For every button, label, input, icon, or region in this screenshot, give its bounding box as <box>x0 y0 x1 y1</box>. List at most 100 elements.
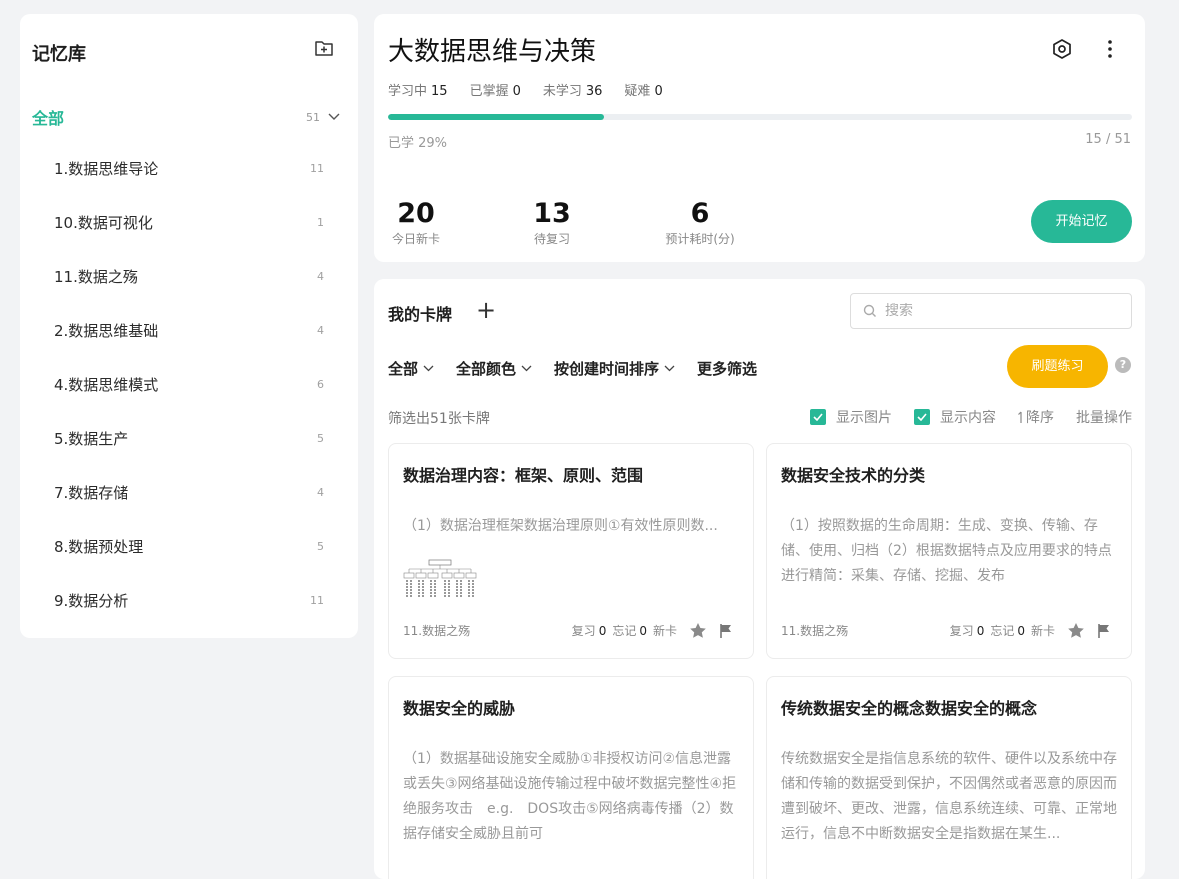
sidebar-item[interactable]: 9.数据分析 11 <box>54 586 324 614</box>
review-count: 复习 0 <box>950 622 985 639</box>
sidebar-item-count: 11 <box>310 161 324 175</box>
card-content: （1）数据基础设施安全威胁①非授权访问②信息泄露或丢失③网络基础设施传输过程中破… <box>403 751 737 842</box>
deck-overview-panel: 大数据思维与决策 学习中 15 已掌握 0 未学习 36 疑难 0 已学 29% 15 … <box>374 14 1145 262</box>
progress-bar <box>388 114 1132 120</box>
card-footer: 11.数据之殇 复习 0 忘记 0 新卡 <box>781 622 1111 639</box>
more-filters-button[interactable]: 更多筛选 <box>697 358 757 379</box>
sidebar-item[interactable]: 1.数据思维导论 11 <box>54 154 324 182</box>
new-card-label: 新卡 <box>1030 624 1055 638</box>
deck-title: 大数据思维与决策 <box>388 37 597 67</box>
sidebar-item-label: 5.数据生产 <box>54 429 129 448</box>
show-content-label: 显示内容 <box>940 410 996 426</box>
filter-label: 按创建时间排序 <box>554 360 660 378</box>
card-item[interactable]: 数据安全的威胁 （1）数据基础设施安全威胁①非授权访问②信息泄露或丢失③网络基础… <box>388 676 754 879</box>
sidebar-item-count: 4 <box>317 269 324 283</box>
sidebar-item-label: 9.数据分析 <box>54 591 129 610</box>
card-item[interactable]: 数据安全技术的分类 （1）按照数据的生命周期：生成、变换、传输、存储、使用、归档… <box>766 443 1132 659</box>
flag-icon[interactable] <box>719 623 733 639</box>
star-icon[interactable] <box>1067 622 1085 639</box>
sidebar-item-count: 6 <box>317 377 324 391</box>
card-thumbnail-image <box>403 558 477 604</box>
stat-label: 未学习 <box>542 84 582 99</box>
review-label: 复习 <box>949 624 974 638</box>
filter-scope[interactable]: 全部 <box>388 358 434 379</box>
sidebar-all-label: 全部 <box>32 109 65 128</box>
settings-icon[interactable] <box>1051 38 1073 60</box>
show-image-checkbox[interactable]: 显示图片 <box>810 407 892 427</box>
sidebar-item-count: 11 <box>310 593 324 607</box>
sidebar-item[interactable]: 7.数据存储 4 <box>54 478 324 506</box>
chevron-down-icon[interactable] <box>328 113 340 121</box>
forget-label: 忘记 <box>990 624 1015 638</box>
card-content: （1）数据治理框架数据治理原则①有效性原则数... <box>403 518 718 534</box>
help-icon[interactable]: ? <box>1115 357 1131 373</box>
est-time-value: 6 <box>690 198 710 229</box>
show-content-checkbox[interactable]: 显示内容 <box>914 407 996 427</box>
add-card-icon[interactable]: + <box>476 298 496 322</box>
sidebar-item-all[interactable]: 全部 51 <box>32 104 340 130</box>
sidebar-item-label: 4.数据思维模式 <box>54 375 159 394</box>
today-new-label: 今日新卡 <box>391 232 440 246</box>
checkbox-checked-icon <box>810 409 826 425</box>
sidebar-item-count: 5 <box>317 539 324 553</box>
stat-value: 0 <box>512 84 521 99</box>
to-review-stat: 13 待复习 <box>530 198 574 247</box>
forget-count: 忘记 0 <box>990 622 1025 639</box>
today-new-value: 20 <box>397 198 435 229</box>
sidebar-item-label: 8.数据预处理 <box>54 537 144 556</box>
stat-value: 36 <box>585 84 603 99</box>
flag-icon[interactable] <box>1097 623 1111 639</box>
star-icon[interactable] <box>689 622 707 639</box>
search-input[interactable] <box>885 303 1105 319</box>
sort-desc-toggle[interactable]: 降序 <box>1018 407 1054 427</box>
stat-label: 已掌握 <box>469 84 509 99</box>
sidebar-item[interactable]: 5.数据生产 5 <box>54 424 324 452</box>
card-item[interactable]: 数据治理内容：框架、原则、范围 （1）数据治理框架数据治理原则①有效性原则数..… <box>388 443 754 659</box>
stat-label: 学习中 <box>388 84 428 99</box>
sidebar-item[interactable]: 10.数据可视化 1 <box>54 208 324 236</box>
deck-stats: 学习中 15 已掌握 0 未学习 36 疑难 0 <box>388 80 685 99</box>
sidebar-item[interactable]: 11.数据之殇 4 <box>54 262 324 290</box>
search-icon <box>863 304 876 317</box>
cards-panel: 我的卡牌 + 全部 全部颜色 按创建时间排序 更多筛选 刷题练习 ? 筛选出51… <box>374 279 1145 879</box>
sidebar-item-label: 10.数据可视化 <box>54 213 153 232</box>
start-memorize-button[interactable]: 开始记忆 <box>1031 200 1132 243</box>
add-folder-icon[interactable] <box>314 38 334 58</box>
sidebar-item[interactable]: 2.数据思维基础 4 <box>54 316 324 344</box>
to-review-label: 待复习 <box>533 232 570 246</box>
sidebar-item-label: 11.数据之殇 <box>54 267 138 286</box>
progress-count: 15 / 51 <box>1085 132 1131 147</box>
show-image-label: 显示图片 <box>836 410 892 426</box>
est-time-stat: 6 预计耗时(分) <box>658 198 742 247</box>
card-footer: 11.数据之殇 复习 0 忘记 0 新卡 <box>403 622 733 639</box>
filter-sort[interactable]: 按创建时间排序 <box>554 358 675 379</box>
card-item[interactable]: 传统数据安全的概念数据安全的概念 传统数据安全是指信息系统的软件、硬件以及系统中… <box>766 676 1132 879</box>
sidebar-title: 记忆库 <box>32 44 86 65</box>
stat-learning: 学习中 15 <box>388 80 448 99</box>
card-content: 传统数据安全是指信息系统的软件、硬件以及系统中存储和传输的数据受到保护，不因偶然… <box>781 751 1117 842</box>
sidebar-item-label: 1.数据思维导论 <box>54 159 159 178</box>
sidebar-item-label: 2.数据思维基础 <box>54 321 159 340</box>
review-count: 复习 0 <box>572 622 607 639</box>
review-value: 0 <box>598 624 607 638</box>
sidebar-item[interactable]: 4.数据思维模式 6 <box>54 370 324 398</box>
progress-percent: 已学 29% <box>388 136 448 151</box>
more-vertical-icon[interactable] <box>1099 38 1121 60</box>
stat-value: 0 <box>654 84 663 99</box>
sidebar-item[interactable]: 8.数据预处理 5 <box>54 532 324 560</box>
stat-label: 疑难 <box>624 84 651 99</box>
search-box[interactable] <box>850 293 1132 329</box>
batch-operation-button[interactable]: 批量操作 <box>1076 407 1132 427</box>
practice-button[interactable]: 刷题练习 <box>1007 345 1108 388</box>
display-options: 显示图片 显示内容 降序 批量操作 <box>788 407 1132 427</box>
card-tag: 11.数据之殇 <box>781 624 849 638</box>
to-review-value: 13 <box>533 198 571 229</box>
new-card-label: 新卡 <box>652 624 677 638</box>
deck-sidebar: 记忆库 全部 51 1.数据思维导论 11 10.数据可视化 1 11.数据之殇 4 … <box>20 14 358 638</box>
my-cards-title: 我的卡牌 <box>388 305 453 324</box>
filter-color[interactable]: 全部颜色 <box>456 358 532 379</box>
card-title: 数据治理内容：框架、原则、范围 <box>403 466 644 485</box>
today-new-stat: 20 今日新卡 <box>388 198 444 247</box>
forget-label: 忘记 <box>612 624 637 638</box>
sidebar-item-count: 1 <box>317 215 324 229</box>
